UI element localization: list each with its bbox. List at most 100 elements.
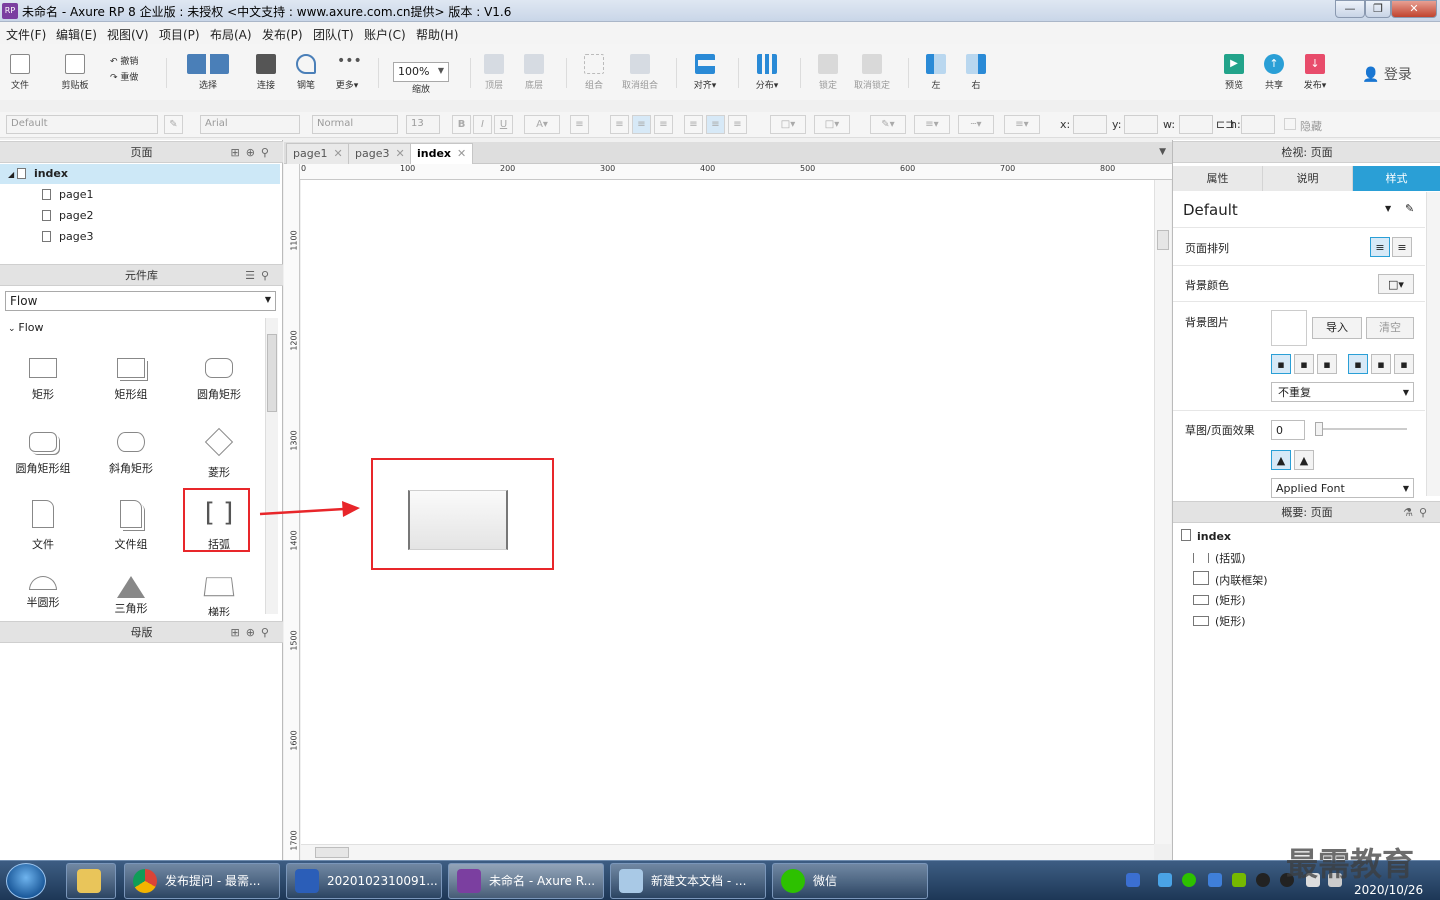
- taskbar-word[interactable]: 2020102310091...: [286, 863, 442, 899]
- widget-rounded-rectangle-group[interactable]: 圆角矩形组: [3, 432, 83, 476]
- menu-help[interactable]: 帮助(H): [416, 26, 458, 43]
- tray-app-icon[interactable]: [1158, 873, 1172, 887]
- valign-middle-icon[interactable]: ≡: [706, 115, 725, 134]
- outline-item-inline-frame[interactable]: (内联框架): [1193, 571, 1268, 588]
- italic-icon[interactable]: I: [473, 115, 492, 134]
- taskbar-axure[interactable]: 未命名 - Axure R...: [448, 863, 604, 899]
- align-right-icon[interactable]: ≡: [654, 115, 673, 134]
- menu-arrange[interactable]: 布局(A): [210, 26, 252, 43]
- right-panel-toggle[interactable]: 右: [964, 54, 988, 91]
- nvidia-icon[interactable]: [1232, 873, 1246, 887]
- menu-project[interactable]: 项目(P): [159, 26, 200, 43]
- bold-icon[interactable]: B: [452, 115, 471, 134]
- menu-view[interactable]: 视图(V): [107, 26, 149, 43]
- ungroup-button[interactable]: 取消组合: [620, 54, 660, 91]
- align-left-icon[interactable]: ≡: [610, 115, 629, 134]
- canvas-vertical-scrollbar[interactable]: [1154, 180, 1171, 844]
- style-editor-icon[interactable]: ✎: [164, 115, 183, 134]
- bg-pos-top-right-icon[interactable]: ▪: [1317, 354, 1337, 374]
- widget-diamond[interactable]: 菱形: [179, 427, 259, 480]
- widget-document[interactable]: 文件: [3, 500, 83, 552]
- preview-button[interactable]: ▶ 预览: [1222, 54, 1246, 91]
- library-section[interactable]: ⌄ Flow: [0, 318, 280, 338]
- bg-image-preview[interactable]: [1271, 310, 1307, 346]
- library-select[interactable]: Flow ▼: [5, 291, 276, 311]
- tab-style[interactable]: 样式: [1353, 166, 1440, 191]
- clipboard-button[interactable]: 剪贴板: [58, 54, 92, 91]
- widget-rectangle[interactable]: 矩形: [3, 358, 83, 402]
- select-button[interactable]: 选择: [180, 54, 236, 91]
- unlock-button[interactable]: 取消锁定: [852, 54, 892, 91]
- canvas-horizontal-scrollbar[interactable]: [301, 844, 1154, 860]
- style-name[interactable]: Default: [1183, 201, 1238, 219]
- login-button[interactable]: 👤 登录: [1362, 64, 1412, 84]
- fill-color-icon[interactable]: □▾: [770, 115, 806, 134]
- left-panel-toggle[interactable]: 左: [924, 54, 948, 91]
- pages-tools[interactable]: ⊞⊕⚲: [231, 142, 276, 163]
- send-to-back-button[interactable]: 底层: [522, 54, 546, 91]
- tray-wechat-icon[interactable]: [1182, 873, 1196, 887]
- outline-item-rectangle-2[interactable]: (矩形): [1193, 613, 1246, 629]
- pen-button[interactable]: 钢笔: [294, 54, 318, 91]
- masters-tools[interactable]: ⊞⊕⚲: [231, 622, 276, 643]
- distribute-button[interactable]: 分布▾: [752, 54, 782, 91]
- tab-index[interactable]: index ✕: [410, 143, 474, 164]
- scroll-thumb[interactable]: [267, 334, 277, 412]
- group-button[interactable]: 组合: [582, 54, 606, 91]
- menu-edit[interactable]: 编辑(E): [56, 26, 97, 43]
- lock-button[interactable]: 锁定: [816, 54, 840, 91]
- widget-document-group[interactable]: 文件组: [91, 500, 171, 552]
- hidden-checkbox[interactable]: [1284, 118, 1296, 130]
- tab-notes[interactable]: 说明: [1263, 166, 1353, 191]
- minimize-button[interactable]: —: [1335, 0, 1365, 18]
- menu-publish[interactable]: 发布(P): [262, 26, 303, 43]
- align-center-icon[interactable]: ≡: [632, 115, 651, 134]
- close-icon[interactable]: ✕: [395, 147, 404, 160]
- bg-color-picker[interactable]: □▾: [1378, 274, 1414, 294]
- grayscale-mode-icon[interactable]: ▲: [1294, 450, 1314, 470]
- redo-button[interactable]: ↷ 重做: [110, 70, 152, 83]
- sketch-input[interactable]: 0: [1271, 420, 1305, 440]
- line-width-icon[interactable]: ≡▾: [914, 115, 950, 134]
- slider-handle[interactable]: [1315, 422, 1323, 436]
- x-input[interactable]: [1073, 115, 1107, 134]
- close-icon[interactable]: ✕: [457, 147, 466, 160]
- tab-list-chevron-icon[interactable]: ▼: [1159, 147, 1166, 157]
- page-tree-item-page2[interactable]: page2: [0, 206, 280, 226]
- edit-style-icon[interactable]: ✎: [1405, 202, 1414, 215]
- bg-align-top-icon[interactable]: ▪: [1348, 354, 1368, 374]
- line-style-icon[interactable]: ┄▾: [958, 115, 994, 134]
- shield-icon[interactable]: [1208, 873, 1222, 887]
- inspector-scrollbar[interactable]: [1426, 192, 1440, 496]
- bg-pos-top-left-icon[interactable]: ▪: [1271, 354, 1291, 374]
- w-input[interactable]: [1179, 115, 1213, 134]
- bg-align-middle-icon[interactable]: ▪: [1371, 354, 1391, 374]
- qq-icon[interactable]: [1256, 873, 1270, 887]
- bg-repeat-select[interactable]: 不重复 ▼: [1271, 382, 1414, 402]
- page-tree-item-page3[interactable]: page3: [0, 227, 280, 247]
- zoom-select[interactable]: 100% ▼: [393, 62, 449, 82]
- sketch-slider[interactable]: [1315, 422, 1407, 436]
- tab-page3[interactable]: page3 ✕: [348, 143, 412, 164]
- bullet-list-icon[interactable]: ≡: [570, 115, 589, 134]
- font-size-select[interactable]: 13: [406, 115, 440, 134]
- close-button[interactable]: ✕: [1391, 0, 1437, 18]
- valign-top-icon[interactable]: ≡: [684, 115, 703, 134]
- font-color-icon[interactable]: A▾: [524, 115, 560, 134]
- more-button[interactable]: ••• 更多▾: [332, 54, 362, 91]
- clear-button[interactable]: 清空: [1366, 317, 1414, 339]
- y-input[interactable]: [1124, 115, 1158, 134]
- ime-icon[interactable]: [1126, 873, 1140, 887]
- outline-root-index[interactable]: index: [1181, 529, 1231, 543]
- clock-date[interactable]: 2020/10/26: [1354, 883, 1423, 897]
- page-tree-item-index[interactable]: ◢ index: [0, 164, 280, 184]
- line-color-icon[interactable]: ✎▾: [870, 115, 906, 134]
- widget-rounded-rectangle[interactable]: 圆角矩形: [179, 358, 259, 402]
- style-select[interactable]: Default: [6, 115, 158, 134]
- connect-button[interactable]: 连接: [254, 54, 278, 91]
- expand-arrow-icon[interactable]: ◢: [8, 170, 17, 179]
- start-button[interactable]: [6, 863, 46, 899]
- outline-tools[interactable]: ⚗⚲: [1403, 502, 1433, 523]
- align-left-page-icon[interactable]: ≡: [1370, 237, 1390, 257]
- underline-icon[interactable]: U: [494, 115, 513, 134]
